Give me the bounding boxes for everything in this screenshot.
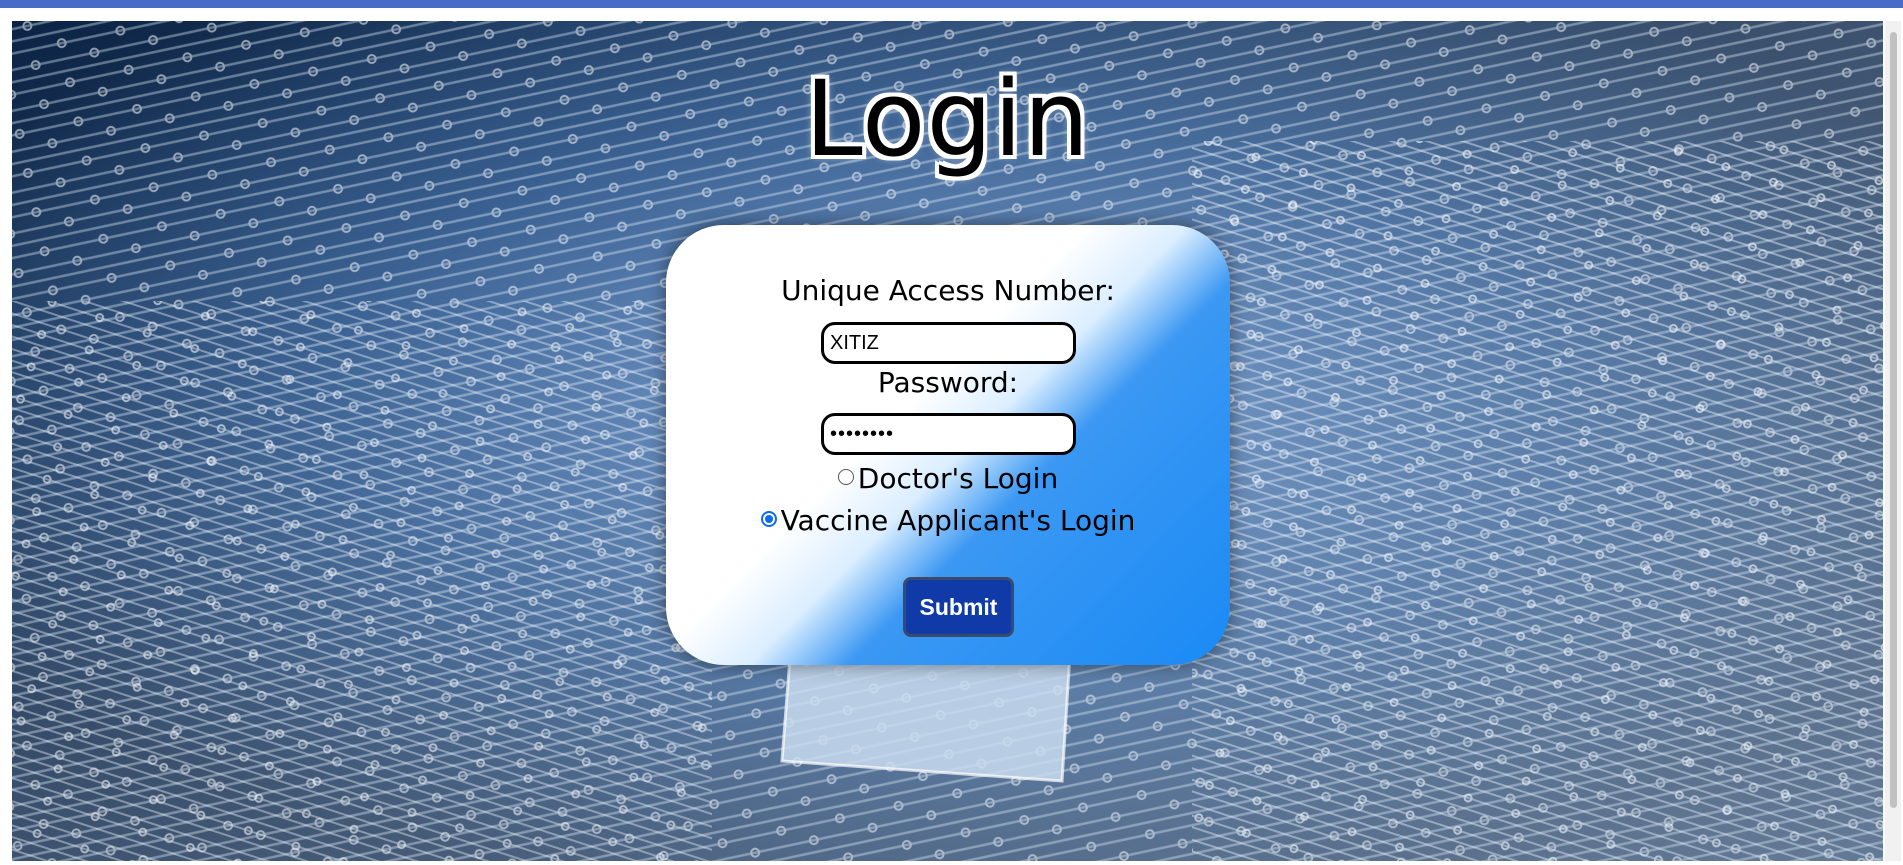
browser-top-bar <box>0 0 1903 8</box>
password-label: Password: <box>877 366 1019 399</box>
doctor-login-radio[interactable] <box>837 469 854 485</box>
doctor-login-option[interactable]: Doctor's Login <box>666 461 1230 497</box>
submit-button[interactable]: Submit <box>903 577 1014 637</box>
login-card: Unique Access Number: Password: Doctor's… <box>666 225 1230 665</box>
login-form: Unique Access Number: Password: Doctor's… <box>666 225 1230 665</box>
uan-input[interactable] <box>821 322 1076 364</box>
scrollbar-thumb[interactable] <box>1890 32 1897 808</box>
vaccine-applicant-login-radio[interactable] <box>760 511 777 527</box>
page-viewport: Login Unique Access Number: Password: Do… <box>12 21 1883 861</box>
vaccine-applicant-login-option[interactable]: Vaccine Applicant's Login <box>666 503 1230 539</box>
password-input[interactable] <box>821 413 1076 455</box>
page-title: Login <box>804 58 1091 180</box>
doctor-login-label[interactable]: Doctor's Login <box>858 462 1058 495</box>
vaccine-applicant-login-label[interactable]: Vaccine Applicant's Login <box>781 504 1136 537</box>
uan-label: Unique Access Number: <box>781 274 1115 307</box>
